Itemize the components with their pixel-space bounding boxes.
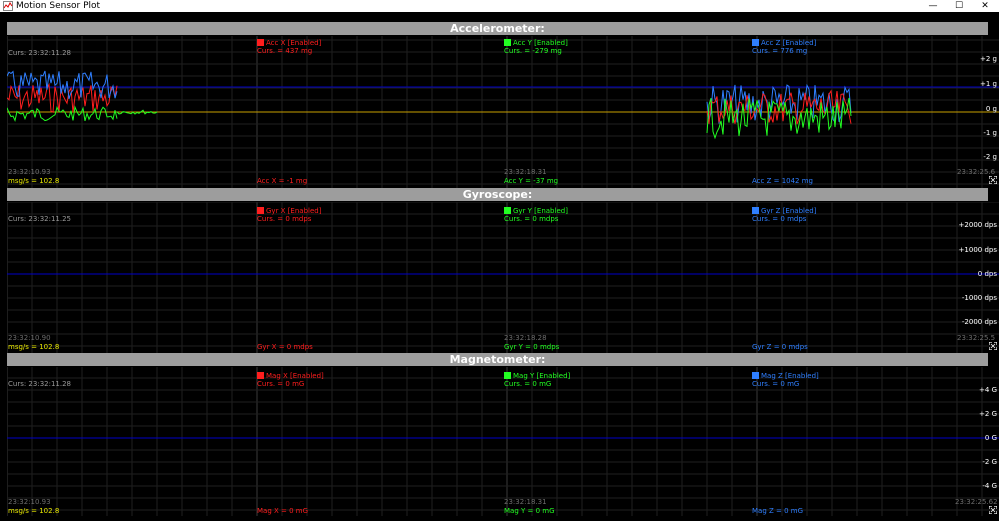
fit-zoom-icon[interactable] — [989, 176, 997, 184]
time-mid: 23:32:18.28 — [504, 334, 547, 342]
maximize-button[interactable]: ☐ — [948, 0, 970, 12]
axis-label: +2000 dps — [958, 221, 997, 229]
axis-label: 0 g — [985, 105, 997, 113]
x-cursor-value: Curs. = 0 mdps — [257, 215, 312, 223]
panel-header: Accelerometer: — [7, 22, 988, 35]
magnetometer-grid — [7, 367, 999, 517]
y-legend-label[interactable]: Mag Y [Enabled] — [513, 372, 570, 380]
axis-label: +4 G — [979, 386, 997, 394]
y-current-value: Gyr Y = 0 mdps — [504, 343, 560, 351]
axis-label: +1000 dps — [958, 246, 997, 254]
time-right: 23:32:25.62 — [955, 498, 998, 506]
axis-label: -2 G — [982, 458, 997, 466]
acc-z-trace-left — [7, 70, 118, 100]
z-current-value: Gyr Z = 0 mdps — [752, 343, 808, 351]
z-cursor-value: Curs. = 0 mdps — [752, 215, 807, 223]
accelerometer-grid — [7, 36, 999, 188]
axis-label: +2 g — [980, 55, 997, 63]
x-current-value: Mag X = 0 mG — [257, 507, 309, 515]
z-current-value: Acc Z = 1042 mg — [752, 177, 814, 185]
z-cursor-value: Curs. = 0 mG — [752, 380, 800, 388]
time-right: 23:32:25.6 — [957, 168, 996, 176]
app-icon — [3, 1, 13, 11]
panel-header: Magnetometer: — [7, 353, 988, 366]
axis-label: -2 g — [983, 153, 997, 161]
y-current-value: Acc Y = -37 mg — [504, 177, 559, 185]
y-cursor-value: Curs. = -279 mg — [504, 47, 562, 55]
minimize-button[interactable]: — — [922, 0, 944, 12]
axis-label: +2 G — [979, 410, 997, 418]
time-mid: 23:32:18.31 — [504, 498, 547, 506]
axis-label: -1 g — [983, 129, 997, 137]
x-legend-label[interactable]: Acc X [Enabled] — [266, 39, 321, 47]
x-legend-swatch[interactable] — [257, 39, 264, 46]
z-legend-label[interactable]: Acc Z [Enabled] — [761, 39, 816, 47]
cursor-time: Curs: 23:32:11.25 — [8, 215, 72, 223]
y-cursor-value: Curs. = 0 mG — [504, 380, 552, 388]
z-current-value: Mag Z = 0 mG — [752, 507, 804, 515]
x-legend-label[interactable]: Mag X [Enabled] — [266, 372, 324, 380]
x-cursor-value: Curs. = 0 mG — [257, 380, 305, 388]
x-legend-swatch[interactable] — [257, 207, 264, 214]
z-legend-swatch[interactable] — [752, 372, 759, 379]
axis-label: -4 G — [982, 482, 997, 490]
acc-y-trace-left — [7, 105, 118, 122]
x-current-value: Gyr X = 0 mdps — [257, 343, 313, 351]
gyroscope-grid — [7, 202, 999, 354]
message-rate: msg/s = 102.8 — [8, 507, 60, 515]
x-cursor-value: Curs. = 437 mg — [257, 47, 313, 55]
axis-label: -1000 dps — [961, 294, 997, 302]
z-legend-swatch[interactable] — [752, 207, 759, 214]
z-legend-swatch[interactable] — [752, 39, 759, 46]
y-current-value: Mag Y = 0 mG — [504, 507, 555, 515]
y-legend-label[interactable]: Gyr Y [Enabled] — [513, 207, 568, 215]
y-legend-swatch[interactable] — [504, 372, 511, 379]
y-legend-swatch[interactable] — [504, 207, 511, 214]
time-left: 23:32:10.90 — [8, 334, 51, 342]
z-legend-label[interactable]: Gyr Z [Enabled] — [761, 207, 816, 215]
fit-zoom-icon[interactable] — [989, 506, 997, 514]
x-legend-label[interactable]: Gyr X [Enabled] — [266, 207, 321, 215]
axis-label: 0 G — [984, 434, 997, 442]
message-rate: msg/s = 102.8 — [8, 343, 60, 351]
panel-header: Gyroscope: — [7, 188, 988, 201]
x-legend-swatch[interactable] — [257, 372, 264, 379]
fit-zoom-icon[interactable] — [989, 342, 997, 350]
cursor-time: Curs: 23:32:11.28 — [8, 380, 72, 388]
accelerometer-plot[interactable]: Curs: 23:32:11.28 Acc X [Enabled] Curs. … — [7, 36, 999, 188]
acc-y-trace-settle — [116, 109, 158, 115]
time-left: 23:32:10.93 — [8, 498, 51, 506]
y-cursor-value: Curs. = 0 mdps — [504, 215, 559, 223]
time-left: 23:32:10.93 — [8, 168, 51, 176]
magnetometer-plot[interactable]: Curs: 23:32:11.28 Mag X [Enabled] Curs. … — [7, 367, 999, 517]
axis-label: +1 g — [980, 80, 997, 88]
x-current-value: Acc X = -1 mg — [257, 177, 308, 185]
axis-label: -2000 dps — [961, 318, 997, 326]
z-legend-label[interactable]: Mag Z [Enabled] — [761, 372, 819, 380]
gyroscope-plot[interactable]: Curs: 23:32:11.25 Gyr X [Enabled] Curs. … — [7, 202, 999, 354]
message-rate: msg/s = 102.8 — [8, 177, 60, 185]
title-bar: Motion Sensor Plot — ☐ ✕ — [0, 0, 999, 12]
time-right: 23:32:25.5 — [957, 334, 996, 342]
z-cursor-value: Curs. = 776 mg — [752, 47, 808, 55]
close-button[interactable]: ✕ — [974, 0, 996, 12]
time-mid: 23:32:18.31 — [504, 168, 547, 176]
axis-label: 0 dps — [977, 270, 997, 278]
window-title: Motion Sensor Plot — [16, 1, 101, 11]
y-legend-label[interactable]: Acc Y [Enabled] — [513, 39, 568, 47]
y-legend-swatch[interactable] — [504, 39, 511, 46]
status-strip — [0, 516, 999, 521]
cursor-time: Curs: 23:32:11.28 — [8, 49, 72, 57]
